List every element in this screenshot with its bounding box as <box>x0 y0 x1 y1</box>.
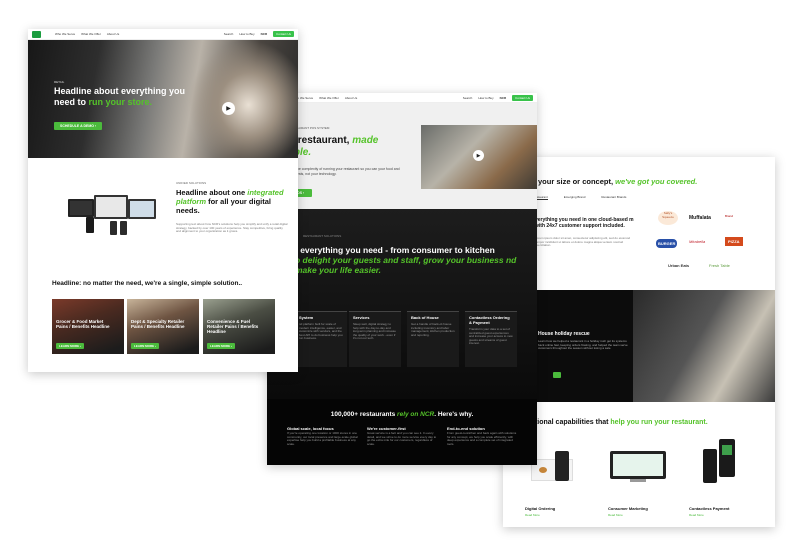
nav-item[interactable]: What We Offer <box>319 96 339 100</box>
contact-us-button[interactable]: Contact Us <box>273 31 294 37</box>
play-icon[interactable]: ▶ <box>473 150 484 161</box>
middle-hero: RESTAURANT POS SYSTEM ur restaurant, mad… <box>267 103 537 209</box>
hero-body: e the complexity of running your restaur… <box>293 167 400 176</box>
mockup-stage: matter your size or concept, we've got y… <box>0 0 800 551</box>
right-page: matter your size or concept, we've got y… <box>503 157 775 527</box>
capability-card[interactable]: Services Sleep well, digital strategy to… <box>349 311 401 367</box>
holiday-section: ▪▪▪ House holiday rescue Learn how we he… <box>503 290 775 402</box>
hero-restaurant-photo: ▶ <box>421 125 537 189</box>
nav-how-to-buy[interactable]: How to Buy <box>239 32 254 36</box>
learn-more-button[interactable]: LEARN MORE › <box>56 343 85 349</box>
brand-logos: Sally's Squeeze Muffalata Brand BURGER M… <box>653 205 763 277</box>
middle-dark-section: RESTAURANT SOLUTIONS t everything you ne… <box>267 209 537 399</box>
schedule-demo-button[interactable]: SCHEDULE A DEMO › <box>54 122 103 130</box>
capability-title: Consumer Marketing <box>608 506 648 511</box>
stats-section: 100,000+ restaurants rely on NCR. Here's… <box>267 399 537 465</box>
dark-headline: t everything you need - from consumer to… <box>295 245 517 276</box>
capabilities-headline: itional capabilities that help you run y… <box>533 419 708 426</box>
brand-logo: PIZZA <box>725 237 743 246</box>
retail-segment-card[interactable]: Dept & Specialty Retailer Pains / Benefi… <box>127 299 199 354</box>
learn-more-button[interactable]: LEARN MORE › <box>207 343 236 349</box>
holiday-cta-button[interactable] <box>553 372 561 378</box>
nav-how-to-buy[interactable]: How to Buy <box>478 96 493 100</box>
integrated-eyebrow: UNIFIED SOLUTIONS <box>176 181 207 185</box>
capability-link[interactable]: Read More <box>525 513 540 517</box>
brand-logo: BURGER <box>656 239 678 248</box>
dark-eyebrow: RESTAURANT SOLUTIONS <box>303 234 342 238</box>
nav-item[interactable]: About Us <box>107 32 119 36</box>
contact-us-button[interactable]: Contact Us <box>512 94 533 101</box>
nav-item[interactable]: About Us <box>345 96 357 100</box>
pos-devices-illustration <box>64 195 160 241</box>
capability-card[interactable]: System nd platform built for scale of mo… <box>295 311 347 367</box>
capability-card[interactable]: Contactless Ordering & Payment Transform… <box>465 311 517 367</box>
holiday-body: Learn how we helped a restaurant in a ho… <box>538 339 628 351</box>
coverage-headline: matter your size or concept, we've got y… <box>513 177 698 186</box>
capability-title: Contactless Payment <box>689 506 730 511</box>
integrated-headline: Headline about one integrated platform f… <box>176 188 284 215</box>
brand-logo: Brand <box>725 214 734 218</box>
brand-logo: Sally's Squeeze <box>658 211 678 225</box>
ncr-logo: NCR <box>499 95 507 100</box>
brand-logo: Mirabella <box>689 239 706 244</box>
left-nav: Who We Serve What We Offer About Us Sear… <box>28 29 298 40</box>
brand-logo: Fresh Table <box>709 263 730 268</box>
consumer-marketing-illustration <box>610 449 666 483</box>
contactless-payment-illustration <box>701 439 741 485</box>
play-icon[interactable]: ▶ <box>222 102 235 115</box>
hero-headline: ur restaurant, made mple. <box>285 135 379 158</box>
nav-search[interactable]: Search <box>463 96 473 100</box>
stats-headline: 100,000+ restaurants rely on NCR. Here's… <box>330 411 474 418</box>
capability-link[interactable]: Read More <box>689 513 704 517</box>
middle-nav: Who We Serve What We Offer About Us Sear… <box>267 93 537 103</box>
nav-item[interactable]: Who We Serve <box>55 32 75 36</box>
ncr-logo-icon[interactable] <box>32 30 41 38</box>
pillar: We're customer-first Great service is a … <box>367 426 437 446</box>
middle-page: Who We Serve What We Offer About Us Sear… <box>267 93 537 465</box>
concept-tabs: Restaurant Emerging Brand Restaurant Bra… <box>533 195 626 200</box>
left-page: Who We Serve What We Offer About Us Sear… <box>28 29 298 372</box>
brand-logo: Muffalata <box>689 215 711 221</box>
tab-emerging-brand[interactable]: Emerging Brand <box>564 195 586 200</box>
brand-logo: Urban Eats <box>668 263 690 268</box>
retail-segment-card[interactable]: Convenience & Fuel Retailer Pains / Bene… <box>203 299 275 354</box>
ncr-logo: NCR <box>260 32 268 36</box>
pillar: End-to-end solution From guest-to-kitche… <box>447 426 517 446</box>
retail-segment-card[interactable]: Grocer & Food Market Pains / Benefits He… <box>52 299 124 354</box>
cloud-body: Lorem ipsum dolor sit amet, consectetur … <box>535 236 631 248</box>
solution-headline: Headline: no matter the need, we're a si… <box>52 280 243 287</box>
integrated-body: Supporting text about how NCR's solution… <box>176 222 288 234</box>
capability-card[interactable]: Back of House Get a handle of back-of-ho… <box>407 311 459 367</box>
left-hero: RETAIL Headline about everything you nee… <box>28 40 298 158</box>
hero-headline: Headline about everything you need to ru… <box>54 86 186 107</box>
nav-search[interactable]: Search <box>224 32 234 36</box>
cloud-headline: verything you need in one cloud-based m … <box>535 217 634 230</box>
capability-link[interactable]: Read More <box>608 513 623 517</box>
holiday-title: House holiday rescue <box>538 331 590 337</box>
hero-eyebrow: RETAIL <box>54 80 65 84</box>
pillar: Global scale, local focus If you're oper… <box>287 426 358 446</box>
holiday-photo <box>633 290 775 402</box>
nav-item[interactable]: What We Offer <box>81 32 101 36</box>
capability-title: Digital Ordering <box>525 506 556 511</box>
learn-more-button[interactable]: LEARN MORE › <box>131 343 160 349</box>
tab-restaurant-brands[interactable]: Restaurant Brands <box>601 195 626 200</box>
